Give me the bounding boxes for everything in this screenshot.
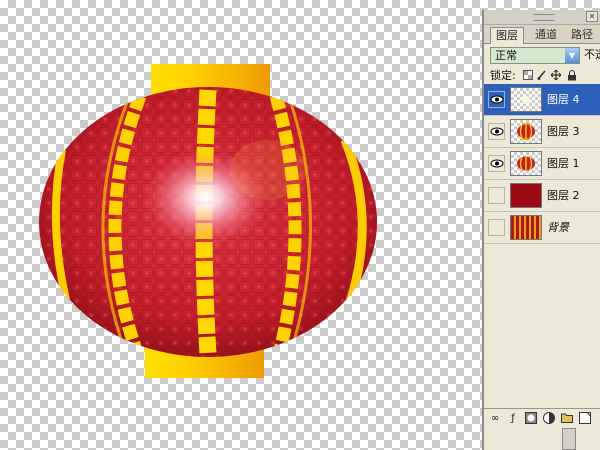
lock-brush-icon[interactable] bbox=[536, 70, 548, 82]
panel-grip[interactable] bbox=[534, 14, 554, 21]
blend-mode-value: 正常 bbox=[495, 49, 517, 62]
layer-thumbnail bbox=[510, 183, 542, 208]
layers-panel: ✕ 图层 通道 路径 正常 ▼ 不透 锁定: bbox=[482, 10, 600, 450]
blend-row: 正常 ▼ 不透 bbox=[484, 44, 600, 66]
layer-row-layer4[interactable]: 图层 4 bbox=[484, 84, 600, 116]
eye-icon[interactable] bbox=[488, 91, 505, 108]
new-group-icon[interactable] bbox=[560, 412, 574, 426]
link-icon[interactable]: ∞ bbox=[488, 412, 502, 426]
mask-icon[interactable] bbox=[524, 412, 538, 426]
lock-all-icon[interactable] bbox=[566, 70, 578, 82]
lock-label: 锁定: bbox=[490, 69, 516, 82]
scrollbar-corner[interactable] bbox=[562, 428, 576, 450]
new-adjustment-icon[interactable] bbox=[542, 412, 556, 426]
opacity-label: 不透 bbox=[584, 48, 600, 61]
layers-list: 图层 4 图层 3 图层 1 图层 2 背景 bbox=[484, 84, 600, 244]
tab-paths[interactable]: 路径 bbox=[566, 27, 598, 43]
layer-name: 图层 4 bbox=[547, 93, 580, 106]
layer-row-layer3[interactable]: 图层 3 bbox=[484, 116, 600, 148]
layer-name: 图层 2 bbox=[547, 189, 580, 202]
layer-row-layer1[interactable]: 图层 1 bbox=[484, 148, 600, 180]
eye-toggle-hidden[interactable] bbox=[488, 219, 505, 236]
blend-mode-select[interactable]: 正常 ▼ bbox=[490, 47, 580, 64]
layer-thumbnail bbox=[510, 215, 542, 240]
layer-name: 背景 bbox=[547, 221, 569, 234]
layer-row-layer2[interactable]: 图层 2 bbox=[484, 180, 600, 212]
eye-icon[interactable] bbox=[488, 123, 505, 140]
layer-name: 图层 1 bbox=[547, 157, 580, 170]
panel-bottom-toolbar: ∞ ƒ bbox=[484, 408, 600, 429]
lantern-artwork bbox=[39, 64, 377, 378]
panel-tabs: 图层 通道 路径 bbox=[484, 25, 600, 44]
layer-thumbnail bbox=[510, 151, 542, 176]
layer-name: 图层 3 bbox=[547, 125, 580, 138]
layer-style-icon[interactable]: ƒ bbox=[506, 412, 520, 426]
layer-thumbnail bbox=[510, 119, 542, 144]
eye-icon[interactable] bbox=[488, 155, 505, 172]
lock-move-icon[interactable] bbox=[550, 69, 562, 82]
dropdown-arrow-icon[interactable]: ▼ bbox=[565, 48, 579, 63]
eye-toggle-hidden[interactable] bbox=[488, 187, 505, 204]
new-layer-icon[interactable] bbox=[578, 412, 592, 426]
tab-channels[interactable]: 通道 bbox=[530, 27, 562, 43]
lock-transparent-icon[interactable] bbox=[522, 70, 534, 82]
panel-title-bar[interactable]: ✕ bbox=[484, 10, 600, 25]
close-icon[interactable]: ✕ bbox=[586, 11, 598, 22]
layer-row-background[interactable]: 背景 bbox=[484, 212, 600, 244]
tab-layers[interactable]: 图层 bbox=[490, 27, 524, 44]
layer-thumbnail bbox=[510, 87, 542, 112]
